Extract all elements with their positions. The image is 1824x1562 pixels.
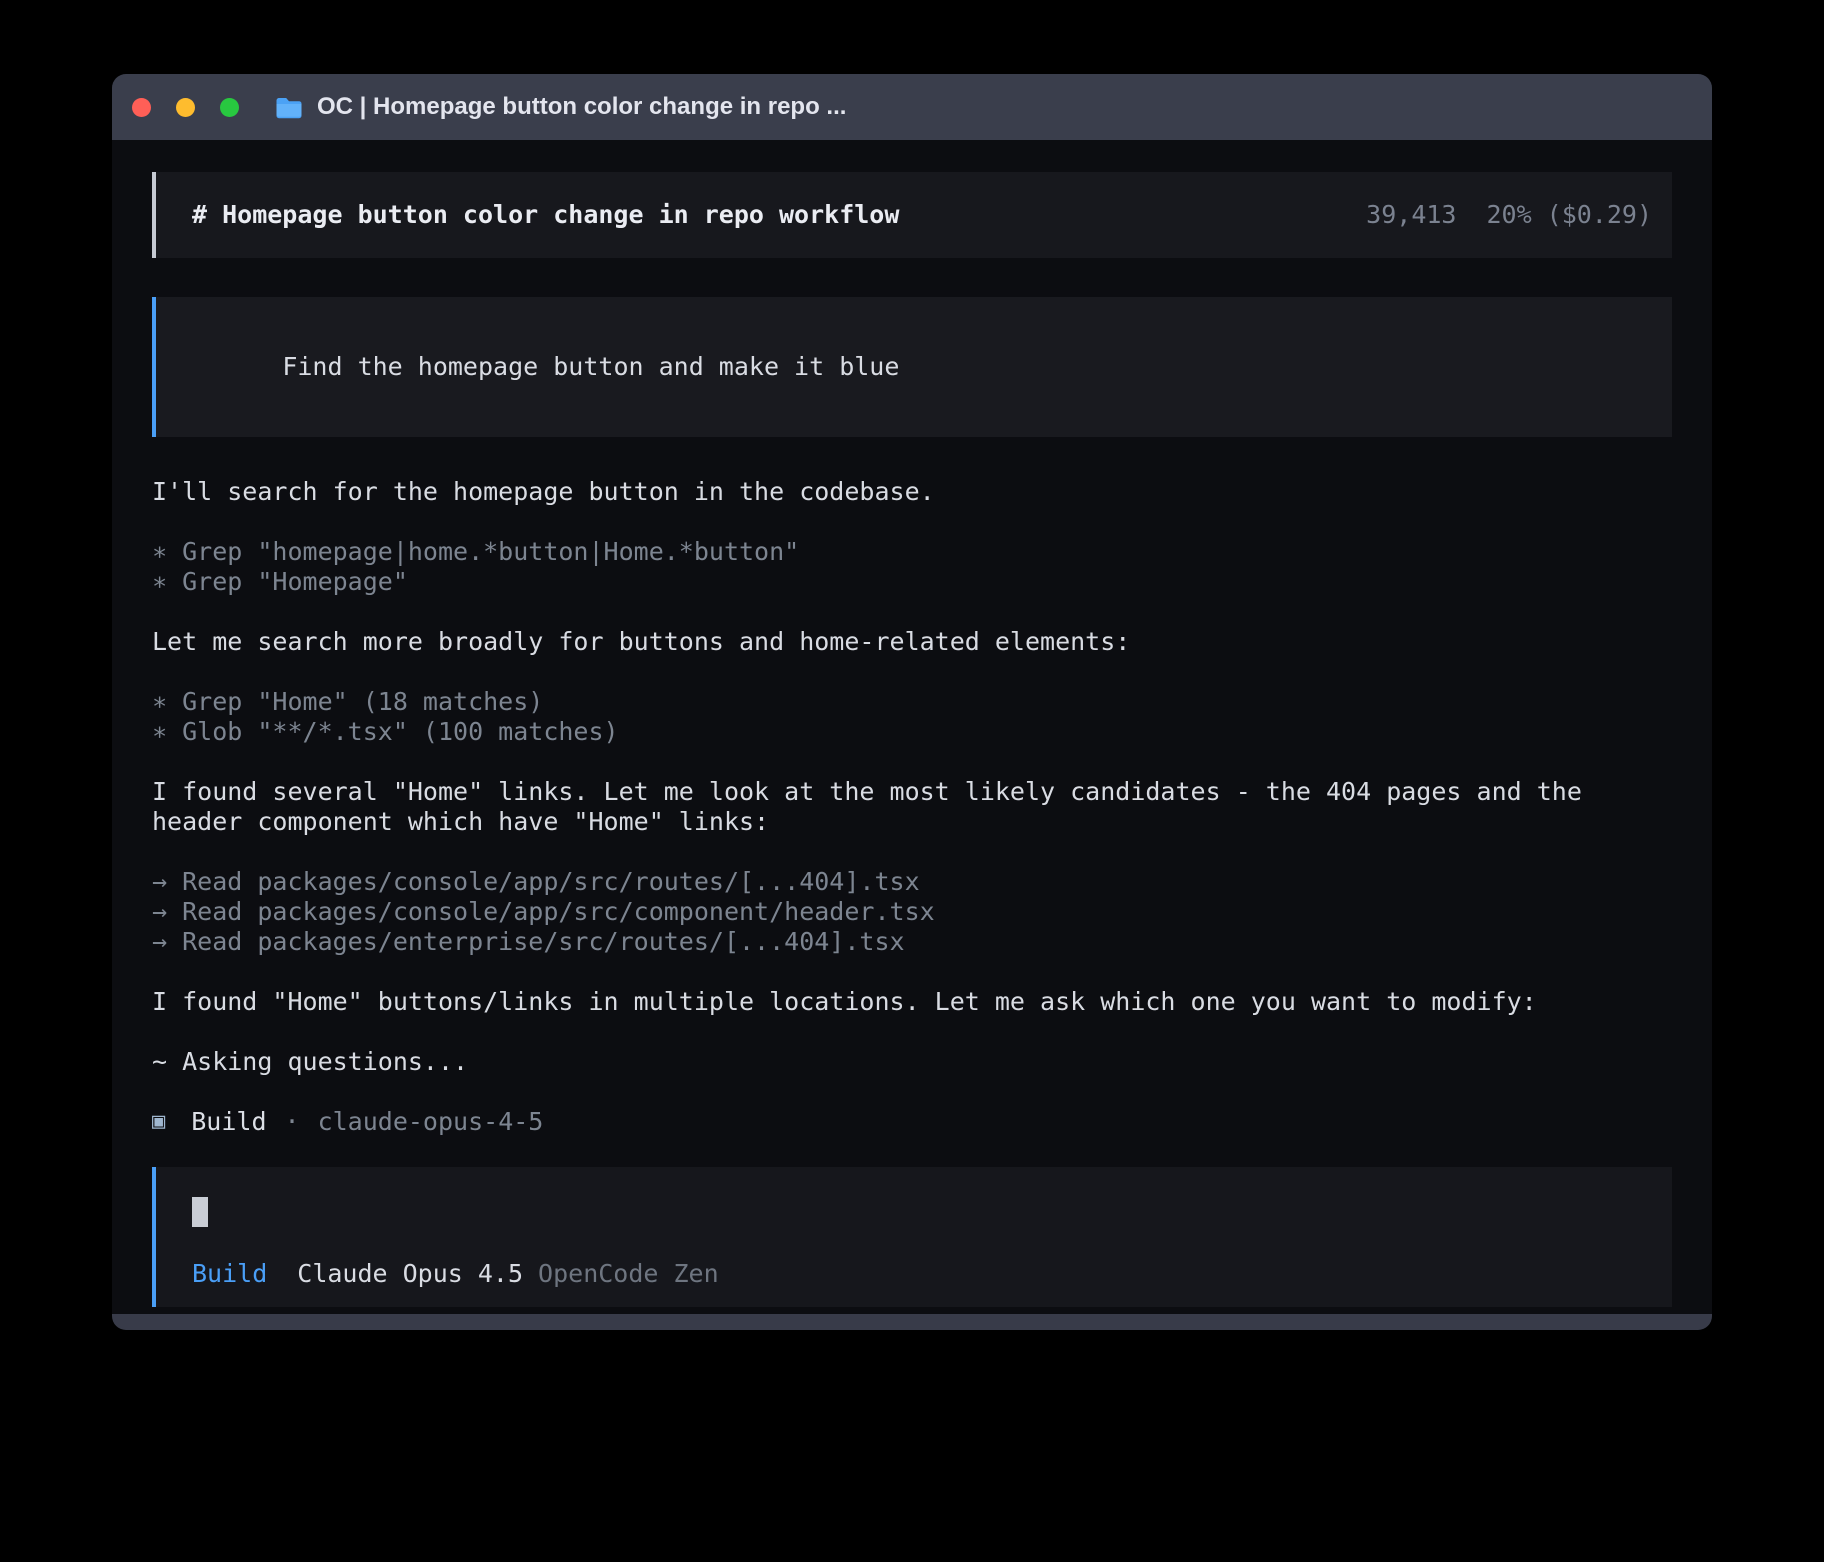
assistant-message: I found several "Home" links. Let me loo… bbox=[152, 777, 1672, 837]
minimize-button[interactable] bbox=[176, 98, 195, 117]
file-read-line: → Read packages/console/app/src/componen… bbox=[152, 897, 1672, 927]
assistant-message: Let me search more broadly for buttons a… bbox=[152, 627, 1672, 657]
zoom-button[interactable] bbox=[220, 98, 239, 117]
tool-call-glob: ∗ Glob "**/*.tsx" (100 matches) bbox=[152, 717, 1672, 747]
file-read-group: → Read packages/console/app/src/routes/[… bbox=[152, 867, 1672, 957]
session-header: # Homepage button color change in repo w… bbox=[152, 172, 1672, 258]
status-message: ~ Asking questions... bbox=[152, 1047, 1672, 1077]
window-footer-edge bbox=[112, 1314, 1712, 1330]
window-title: OC | Homepage button color change in rep… bbox=[317, 93, 846, 121]
session-stats: 39,413 20% ($0.29) bbox=[1366, 200, 1652, 230]
text-cursor bbox=[192, 1197, 208, 1227]
assistant-message: I'll search for the homepage button in t… bbox=[152, 477, 1672, 507]
tool-call-grep: ∗ Grep "homepage|home.*button|Home.*butt… bbox=[152, 537, 1672, 567]
user-message-text: Find the homepage button and make it blu… bbox=[282, 352, 899, 381]
traffic-lights bbox=[132, 98, 239, 117]
tool-call-group: ∗ Grep "Home" (18 matches) ∗ Glob "**/*.… bbox=[152, 687, 1672, 747]
agent-build-icon: ▣ bbox=[152, 1107, 165, 1137]
agent-separator: · bbox=[285, 1107, 300, 1137]
assistant-message: I found "Home" buttons/links in multiple… bbox=[152, 987, 1672, 1017]
assistant-text-line: I found several "Home" links. Let me loo… bbox=[152, 777, 1672, 837]
close-button[interactable] bbox=[132, 98, 151, 117]
session-cost: ($0.29) bbox=[1547, 200, 1652, 229]
file-read-line: → Read packages/enterprise/src/routes/[.… bbox=[152, 927, 1672, 957]
mode-label: Build bbox=[192, 1259, 267, 1289]
agent-name: Build bbox=[191, 1107, 266, 1137]
prompt-input[interactable]: Build Claude Opus 4.5 OpenCode Zen bbox=[152, 1167, 1672, 1307]
assistant-text-line: Let me search more broadly for buttons a… bbox=[152, 627, 1672, 657]
folder-icon bbox=[275, 96, 303, 119]
terminal-window: OC | Homepage button color change in rep… bbox=[112, 74, 1712, 1330]
title-group: OC | Homepage button color change in rep… bbox=[275, 93, 846, 121]
agent-row: ▣ Build · claude-opus-4-5 bbox=[152, 1107, 1672, 1137]
provider-label: OpenCode Zen bbox=[538, 1259, 719, 1289]
session-title: # Homepage button color change in repo w… bbox=[192, 200, 899, 230]
assistant-text-line: I'll search for the homepage button in t… bbox=[152, 477, 1672, 507]
user-message: Find the homepage button and make it blu… bbox=[152, 297, 1672, 437]
input-meta: Build Claude Opus 4.5 OpenCode Zen bbox=[192, 1259, 1636, 1289]
tool-call-group: ∗ Grep "homepage|home.*button|Home.*butt… bbox=[152, 537, 1672, 597]
model-label: Claude Opus 4.5 bbox=[297, 1259, 523, 1289]
titlebar[interactable]: OC | Homepage button color change in rep… bbox=[112, 74, 1712, 140]
terminal-content: # Homepage button color change in repo w… bbox=[112, 140, 1712, 1314]
conversation: I'll search for the homepage button in t… bbox=[152, 477, 1672, 1137]
tool-call-grep: ∗ Grep "Homepage" bbox=[152, 567, 1672, 597]
token-count: 39,413 bbox=[1366, 200, 1456, 229]
assistant-text-line: I found "Home" buttons/links in multiple… bbox=[152, 987, 1672, 1017]
file-read-line: → Read packages/console/app/src/routes/[… bbox=[152, 867, 1672, 897]
tool-call-grep: ∗ Grep "Home" (18 matches) bbox=[152, 687, 1672, 717]
asking-questions-status: ~ Asking questions... bbox=[152, 1047, 1672, 1077]
context-percent: 20% bbox=[1486, 200, 1531, 229]
agent-model: claude-opus-4-5 bbox=[318, 1107, 544, 1137]
